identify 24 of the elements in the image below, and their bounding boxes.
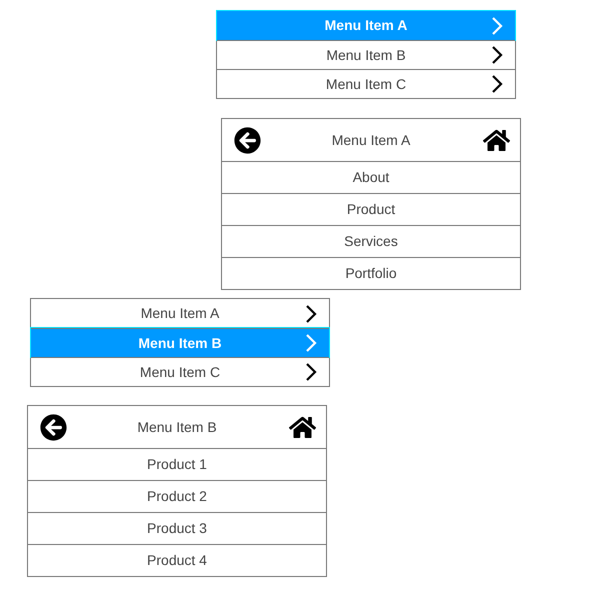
chevron-right-icon	[491, 16, 503, 36]
submenu-item[interactable]: Product 1	[28, 448, 326, 480]
submenu-item[interactable]: Product	[222, 193, 520, 225]
submenu-item[interactable]: Product 2	[28, 480, 326, 512]
menu-item[interactable]: Menu Item A	[31, 299, 329, 328]
submenu-item[interactable]: Product 4	[28, 544, 326, 576]
submenu-title: Menu Item B	[137, 418, 217, 436]
submenu-item[interactable]: Product 3	[28, 512, 326, 544]
chevron-right-icon	[305, 304, 317, 324]
submenu-item[interactable]: Services	[222, 225, 520, 257]
chevron-right-icon	[305, 362, 317, 382]
chevron-right-icon	[305, 333, 317, 353]
back-icon[interactable]	[40, 414, 67, 441]
menu-item[interactable]: Menu Item B	[217, 40, 515, 69]
chevron-right-icon	[491, 45, 503, 65]
submenu-title: Menu Item A	[332, 130, 410, 150]
chevron-right-icon	[491, 74, 503, 94]
home-icon[interactable]	[483, 127, 510, 154]
menu-item[interactable]: Menu Item C	[31, 357, 329, 386]
back-icon[interactable]	[234, 127, 261, 154]
home-icon[interactable]	[289, 414, 316, 441]
menu-item[interactable]: Menu Item C	[217, 69, 515, 98]
submenu-item[interactable]: About	[222, 161, 520, 193]
submenu-item[interactable]: Portfolio	[222, 257, 520, 289]
